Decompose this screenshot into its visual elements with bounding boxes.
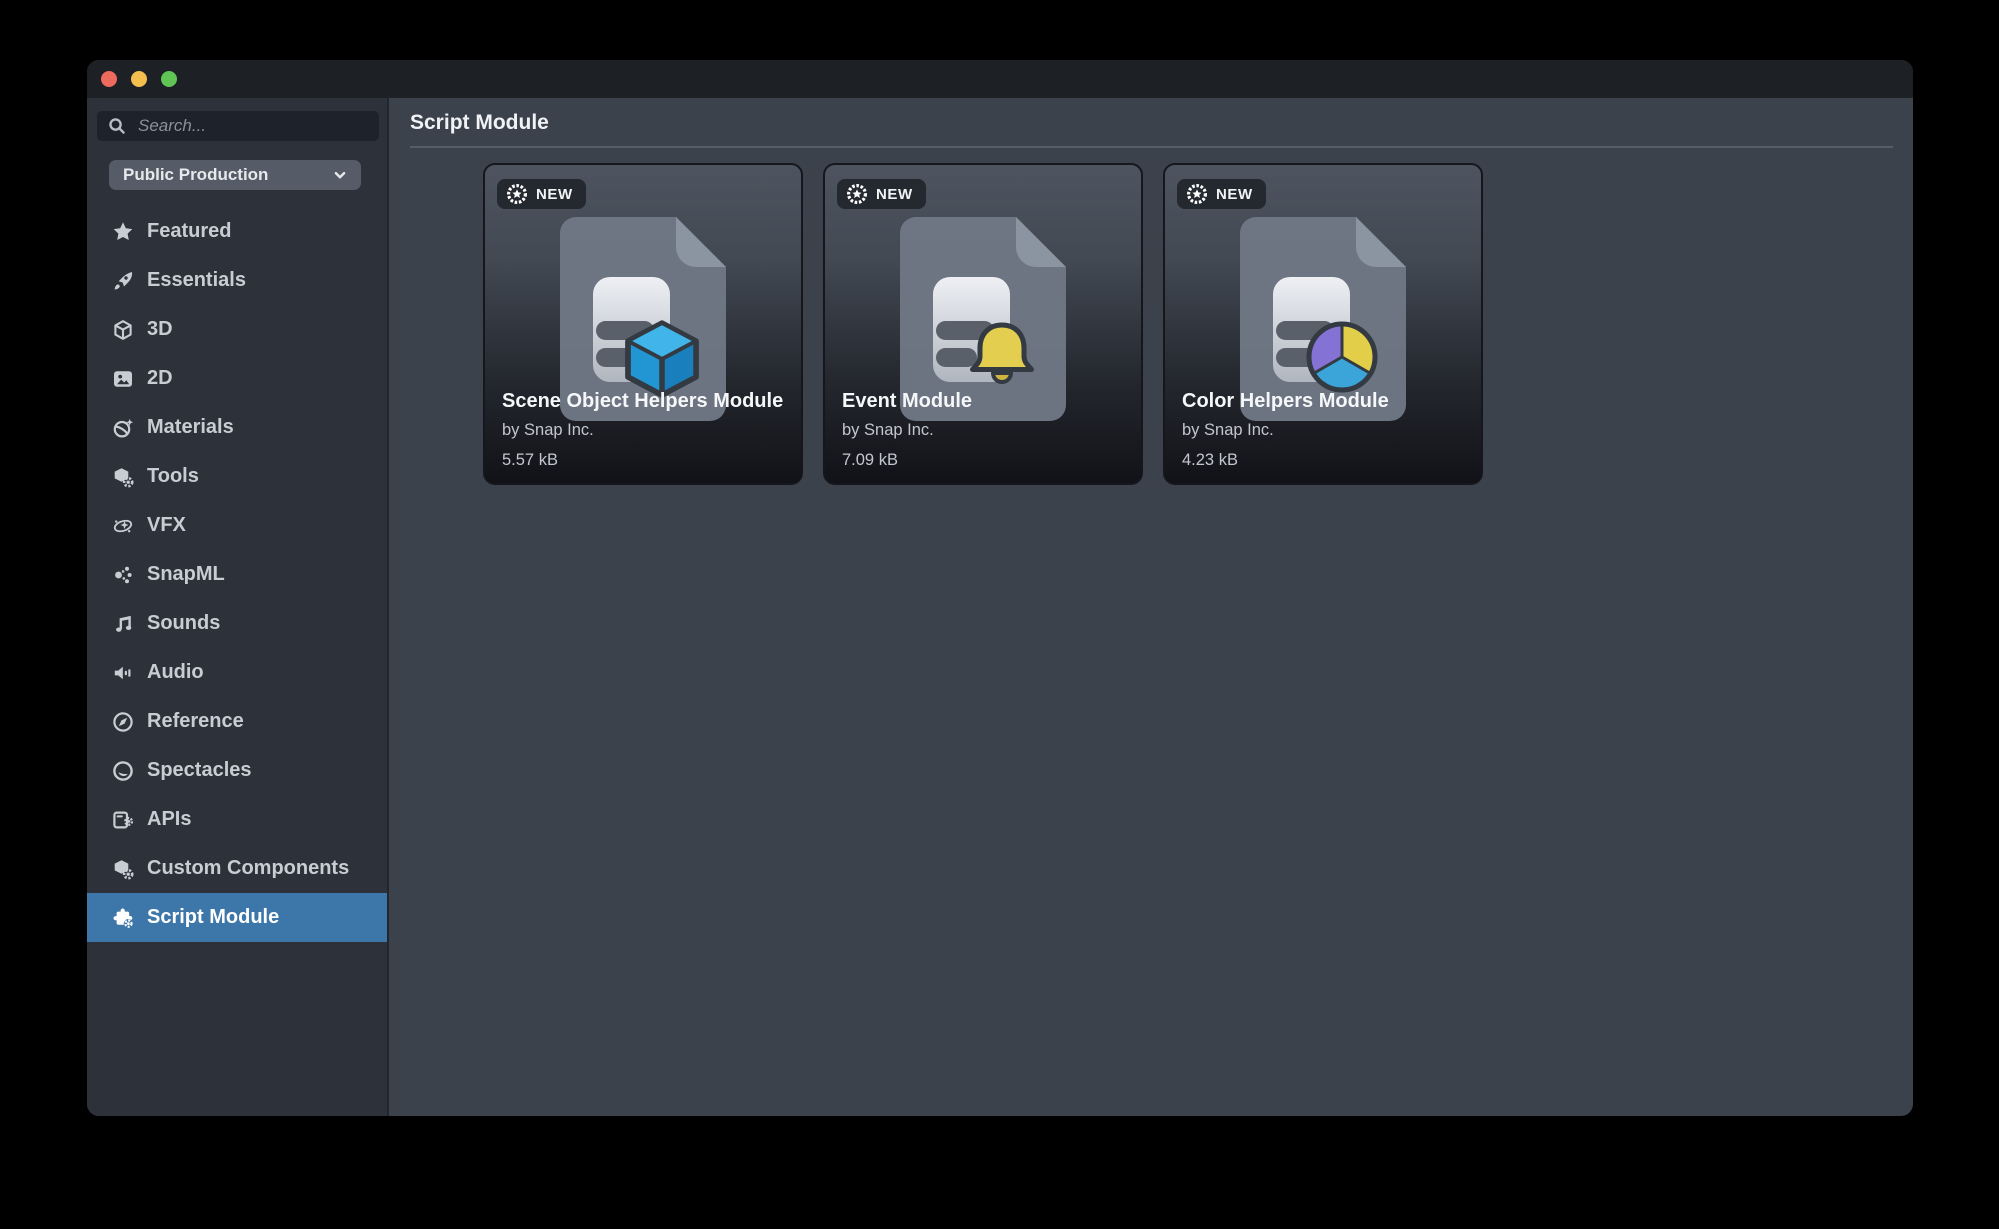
sidebar-item-2d[interactable]: 2D [87, 354, 387, 403]
environment-dropdown-value: Public Production [123, 165, 268, 185]
sidebar-item-script-module[interactable]: Script Module [87, 893, 387, 942]
sidebar-item-reference[interactable]: Reference [87, 697, 387, 746]
cube-outline-icon [110, 317, 136, 343]
network-nodes-icon [110, 562, 136, 588]
sidebar-item-snapml[interactable]: SnapML [87, 550, 387, 599]
music-note-icon [110, 611, 136, 637]
module-title: Scene Object Helpers Module [502, 389, 791, 413]
cube-gear-icon [110, 856, 136, 882]
sidebar-item-label: Tools [147, 465, 199, 488]
chevron-down-icon [331, 166, 349, 184]
vfx-sparkle-icon [110, 513, 136, 539]
module-title: Event Module [842, 389, 1131, 413]
seal-star-icon [846, 183, 868, 205]
sidebar-item-vfx[interactable]: VFX [87, 501, 387, 550]
module-card-scene-object-helpers[interactable]: NEW [483, 163, 803, 485]
materials-sphere-icon [110, 415, 136, 441]
sidebar-item-3d[interactable]: 3D [87, 305, 387, 354]
module-card-grid: NEW [389, 148, 1913, 485]
module-author: by Snap Inc. [502, 420, 791, 440]
sidebar-nav: Featured Essentials 3D [87, 207, 387, 942]
sidebar-item-spectacles[interactable]: Spectacles [87, 746, 387, 795]
seal-star-icon [506, 183, 528, 205]
module-title: Color Helpers Module [1182, 389, 1471, 413]
sidebar-item-essentials[interactable]: Essentials [87, 256, 387, 305]
sidebar-item-label: 2D [147, 367, 173, 390]
sidebar-item-label: Audio [147, 661, 204, 684]
sidebar-item-materials[interactable]: Materials [87, 403, 387, 452]
window-titlebar [87, 60, 1913, 98]
search-field[interactable] [97, 111, 379, 141]
spectacles-lens-icon [110, 758, 136, 784]
environment-dropdown[interactable]: Public Production [109, 160, 361, 190]
sidebar-item-label: Materials [147, 416, 234, 439]
cube-3d-icon [628, 323, 696, 395]
app-window: Public Production Featured Essentials [87, 60, 1913, 1116]
close-button[interactable] [101, 71, 117, 87]
color-pie-icon [1309, 324, 1375, 390]
module-card-color-helpers[interactable]: NEW [1163, 163, 1483, 485]
api-plug-icon [110, 807, 136, 833]
sidebar-item-label: Reference [147, 710, 244, 733]
sidebar-item-label: APIs [147, 808, 191, 831]
sidebar-item-label: Spectacles [147, 759, 252, 782]
sidebar-item-audio[interactable]: Audio [87, 648, 387, 697]
sidebar-item-label: Script Module [147, 906, 279, 929]
sidebar-item-label: Sounds [147, 612, 220, 635]
module-size: 7.09 kB [842, 450, 1131, 470]
image-icon [110, 366, 136, 392]
seal-star-icon [1186, 183, 1208, 205]
module-size: 4.23 kB [1182, 450, 1471, 470]
compass-icon [110, 709, 136, 735]
zoom-button[interactable] [161, 71, 177, 87]
sidebar-item-tools[interactable]: Tools [87, 452, 387, 501]
star-icon [110, 219, 136, 245]
sidebar-item-label: SnapML [147, 563, 225, 586]
new-badge: NEW [497, 179, 586, 209]
cube-gear-icon [110, 464, 136, 490]
rocket-icon [110, 268, 136, 294]
page-title: Script Module [410, 98, 1893, 148]
minimize-button[interactable] [131, 71, 147, 87]
sidebar-item-label: VFX [147, 514, 186, 537]
sidebar-item-label: Custom Components [147, 857, 349, 880]
new-badge-label: NEW [876, 186, 913, 203]
puzzle-gear-icon [110, 905, 136, 931]
sidebar: Public Production Featured Essentials [87, 98, 389, 1116]
sidebar-item-apis[interactable]: APIs [87, 795, 387, 844]
module-card-event[interactable]: NEW Event Module [823, 163, 1143, 485]
sidebar-item-sounds[interactable]: Sounds [87, 599, 387, 648]
sidebar-item-label: Featured [147, 220, 231, 243]
search-input[interactable] [136, 115, 369, 137]
module-size: 5.57 kB [502, 450, 791, 470]
module-author: by Snap Inc. [842, 420, 1131, 440]
new-badge-label: NEW [1216, 186, 1253, 203]
sidebar-item-label: 3D [147, 318, 173, 341]
sidebar-item-label: Essentials [147, 269, 246, 292]
speaker-icon [110, 660, 136, 686]
sidebar-item-custom-components[interactable]: Custom Components [87, 844, 387, 893]
new-badge: NEW [837, 179, 926, 209]
new-badge: NEW [1177, 179, 1266, 209]
search-icon [107, 116, 127, 136]
module-author: by Snap Inc. [1182, 420, 1471, 440]
sidebar-item-featured[interactable]: Featured [87, 207, 387, 256]
new-badge-label: NEW [536, 186, 573, 203]
main-panel: Script Module NEW [389, 98, 1913, 1116]
